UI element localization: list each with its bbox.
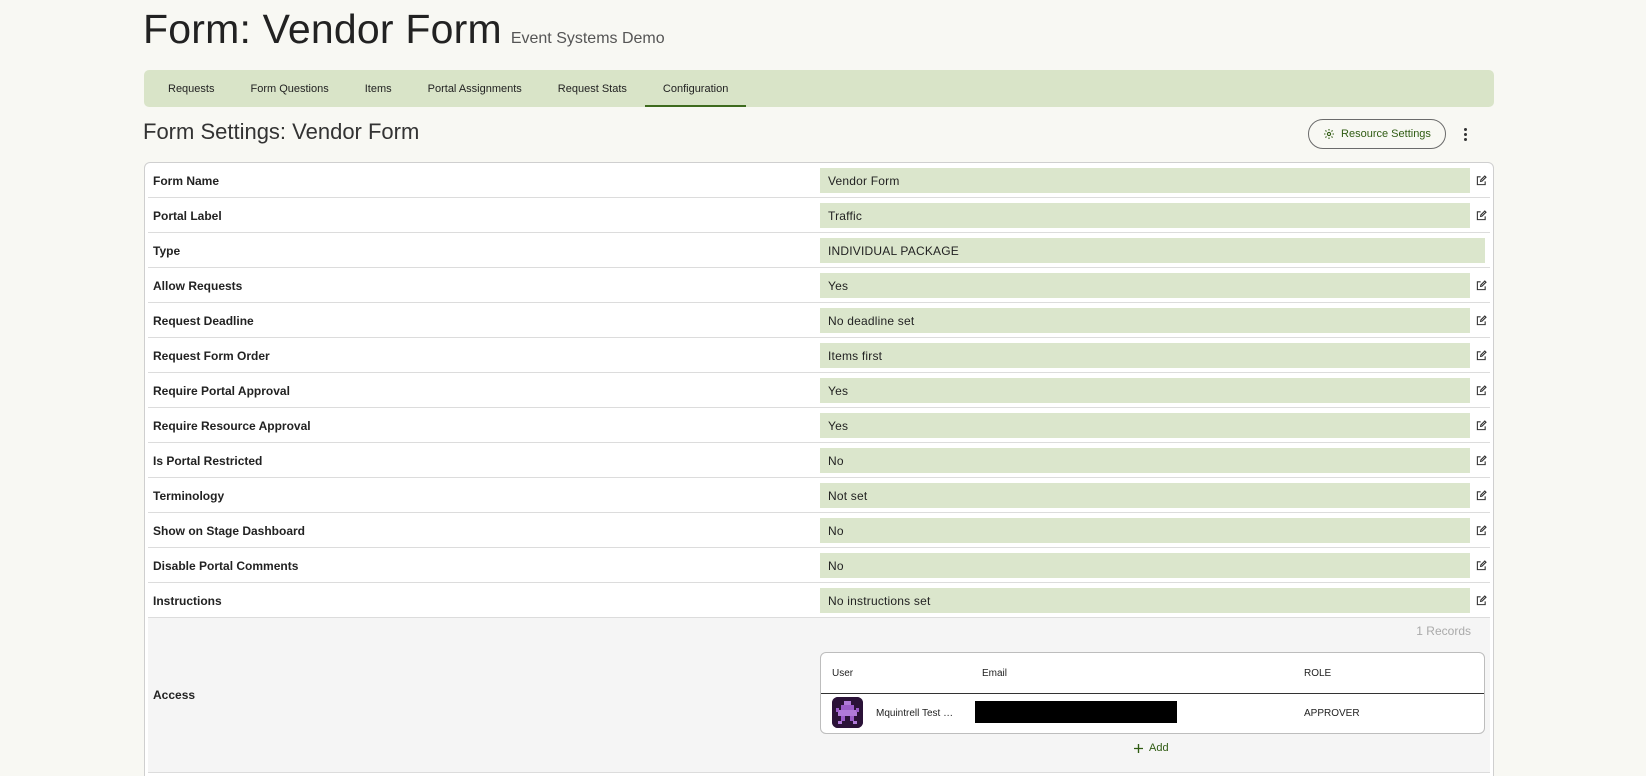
gear-icon [1324, 129, 1335, 139]
email-redacted [975, 701, 1177, 723]
edit-icon[interactable] [1474, 173, 1488, 187]
edit-icon[interactable] [1474, 558, 1488, 572]
setting-value: INDIVIDUAL PACKAGE [820, 238, 1485, 263]
setting-value: No deadline set [820, 308, 1470, 333]
setting-row-require-resource-approval: Require Resource Approval Yes [148, 408, 1490, 443]
resource-settings-label: Resource Settings [1341, 128, 1431, 140]
setting-value: No [820, 553, 1470, 578]
more-vert-icon[interactable] [1457, 124, 1473, 144]
tab-configuration[interactable]: Configuration [644, 70, 747, 107]
setting-label: Disable Portal Comments [153, 558, 299, 573]
setting-label: Request Form Order [153, 348, 270, 363]
add-label: Add [1149, 742, 1169, 754]
setting-label: Access [153, 688, 196, 702]
setting-row-portal-label: Portal Label Traffic [148, 198, 1490, 233]
setting-row-disable-portal-comments: Disable Portal Comments No [148, 548, 1490, 583]
setting-row-show-on-stage-dashboard: Show on Stage Dashboard No [148, 513, 1490, 548]
edit-icon[interactable] [1474, 418, 1488, 432]
setting-row-request-deadline: Request Deadline No deadline set [148, 303, 1490, 338]
setting-value: Yes [820, 413, 1470, 438]
role-value: APPROVER [1304, 708, 1360, 719]
setting-label: Show on Stage Dashboard [153, 523, 306, 538]
access-table: User Email ROLE Mquintrell Test … APPROV… [820, 652, 1485, 734]
page-title: Form: Vendor Form [143, 6, 502, 52]
setting-row-require-portal-approval: Require Portal Approval Yes [148, 373, 1490, 408]
setting-row-terminology: Terminology Not set [148, 478, 1490, 513]
column-header-email[interactable]: Email [982, 668, 1007, 679]
setting-value: No [820, 518, 1470, 543]
setting-value: Items first [820, 343, 1470, 368]
setting-label: Is Portal Restricted [153, 453, 263, 468]
user-name: Mquintrell Test … [876, 708, 954, 719]
page-header: Form: Vendor Form Event Systems Demo [143, 6, 665, 53]
setting-value: Traffic [820, 203, 1470, 228]
setting-value: Yes [820, 273, 1470, 298]
setting-label: Require Portal Approval [153, 383, 290, 398]
edit-icon[interactable] [1474, 453, 1488, 467]
edit-icon[interactable] [1474, 313, 1488, 327]
tab-requests[interactable]: Requests [150, 70, 232, 107]
setting-value: No [820, 448, 1470, 473]
setting-label: Terminology [153, 488, 225, 503]
tab-bar: Requests Form Questions Items Portal Ass… [144, 70, 1494, 107]
setting-row-allow-requests: Allow Requests Yes [148, 268, 1490, 303]
records-count: 1 Records [1416, 624, 1471, 638]
tab-form-questions[interactable]: Form Questions [232, 70, 346, 107]
setting-value: Not set [820, 483, 1470, 508]
setting-row-instructions: Instructions No instructions set [148, 583, 1490, 618]
edit-icon[interactable] [1474, 383, 1488, 397]
setting-label: Portal Label [153, 208, 222, 223]
edit-icon[interactable] [1474, 488, 1488, 502]
resource-settings-button[interactable]: Resource Settings [1308, 119, 1446, 149]
tab-request-stats[interactable]: Request Stats [540, 70, 645, 107]
settings-card: Form Name Vendor Form Portal Label Traff… [144, 162, 1494, 776]
page-subtitle: Event Systems Demo [510, 30, 665, 47]
tab-portal-assignments[interactable]: Portal Assignments [410, 70, 540, 107]
setting-value: No instructions set [820, 588, 1470, 613]
edit-icon[interactable] [1474, 278, 1488, 292]
setting-row-type: Type INDIVIDUAL PACKAGE [148, 233, 1490, 268]
table-header: User Email ROLE [821, 653, 1484, 694]
setting-label: Instructions [153, 593, 222, 608]
column-header-user[interactable]: User [832, 668, 853, 679]
edit-icon[interactable] [1474, 208, 1488, 222]
setting-label: Form Name [153, 173, 220, 188]
add-access-button[interactable]: Add [1134, 742, 1169, 754]
setting-value: Vendor Form [820, 168, 1470, 193]
edit-icon[interactable] [1474, 348, 1488, 362]
avatar [832, 697, 863, 728]
column-header-role[interactable]: ROLE [1304, 668, 1331, 679]
setting-label: Request Deadline [153, 313, 254, 328]
setting-label: Type [153, 243, 181, 258]
setting-row-request-form-order: Request Form Order Items first [148, 338, 1490, 373]
edit-icon[interactable] [1474, 593, 1488, 607]
tab-items[interactable]: Items [347, 70, 410, 107]
edit-icon[interactable] [1474, 523, 1488, 537]
setting-label: Require Resource Approval [153, 418, 311, 433]
plus-icon [1134, 743, 1143, 753]
table-row[interactable]: Mquintrell Test … APPROVER [821, 694, 1484, 734]
setting-row-form-name: Form Name Vendor Form [148, 163, 1490, 198]
setting-row-access: 1 Records Access User Email ROLE Mquintr… [148, 618, 1490, 773]
section-title: Form Settings: Vendor Form [143, 119, 420, 144]
setting-row-is-portal-restricted: Is Portal Restricted No [148, 443, 1490, 478]
setting-label: Allow Requests [153, 278, 243, 293]
setting-value: Yes [820, 378, 1470, 403]
